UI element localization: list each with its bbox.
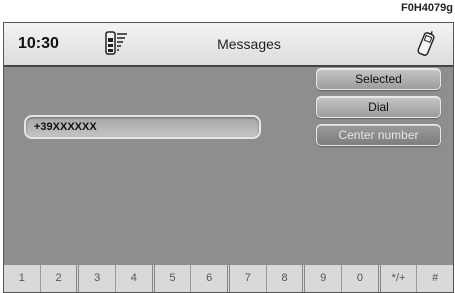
- selected-button[interactable]: Selected: [316, 68, 441, 90]
- key-8[interactable]: 8: [267, 265, 306, 292]
- phone-number-field[interactable]: +39XXXXXX: [24, 115, 261, 139]
- key-4[interactable]: 4: [116, 265, 155, 292]
- key-3[interactable]: 3: [79, 265, 117, 292]
- header-bar: 10:30 Messages: [4, 23, 453, 67]
- key-2[interactable]: 2: [41, 265, 80, 292]
- page-title: Messages: [217, 36, 281, 52]
- key-7[interactable]: 7: [230, 265, 267, 292]
- figure-code: F0H4079g: [401, 2, 453, 14]
- phone-icon: [414, 29, 438, 64]
- display-screen: 10:30 Messages Selected Dial Center numb…: [3, 22, 454, 266]
- keypad-bar: 1 2 3 4 5 6 7 8 9 0 */+ #: [3, 265, 454, 293]
- center-number-button[interactable]: Center number: [316, 124, 441, 146]
- dial-button[interactable]: Dial: [316, 96, 441, 118]
- key-9[interactable]: 9: [305, 265, 343, 292]
- key-star-plus[interactable]: */+: [381, 265, 418, 292]
- key-6[interactable]: 6: [191, 265, 231, 292]
- key-0[interactable]: 0: [342, 265, 381, 292]
- key-hash[interactable]: #: [417, 265, 453, 292]
- key-5[interactable]: 5: [155, 265, 192, 292]
- signal-strength-icon: [104, 29, 128, 62]
- clock-time: 10:30: [18, 35, 59, 52]
- key-1[interactable]: 1: [4, 265, 41, 292]
